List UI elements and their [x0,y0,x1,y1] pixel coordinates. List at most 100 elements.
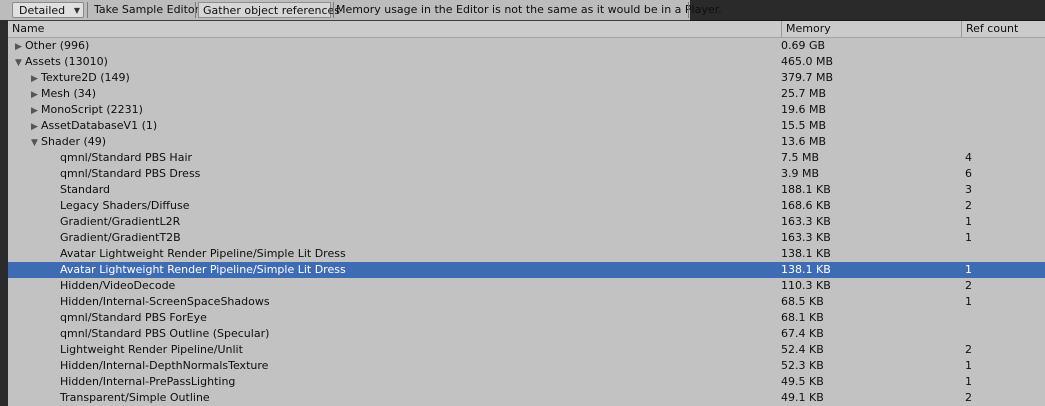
expand-triangle-down-icon[interactable]: ▼ [31,135,41,150]
column-header-memory[interactable]: Memory [781,21,961,37]
row-ref-count [965,86,1045,102]
row-memory: 68.5 KB [781,295,824,308]
row-name-cell: qmnl/Standard PBS Hair [8,150,830,166]
row-ref-count: 1 [965,215,972,228]
table-row[interactable]: Transparent/Simple Outline 49.1 KB 2 [8,390,1045,406]
row-name-cell: ▶ AssetDatabaseV1 (1) [8,118,801,134]
row-name: Hidden/Internal-ScreenSpaceShadows [60,295,270,308]
table-row[interactable]: ▼ Shader (49) 13.6 MB [8,134,1045,150]
row-memory: 138.1 KB [781,263,831,276]
table-row[interactable]: ▶ Texture2D (149) 379.7 MB [8,70,1045,86]
row-name-cell: Hidden/VideoDecode [8,278,830,294]
row-ref-count: 3 [965,183,972,196]
table-row[interactable]: ▶ Mesh (34) 25.7 MB [8,86,1045,102]
row-memory: 13.6 MB [781,135,827,148]
table-row[interactable]: Standard 188.1 KB 3 [8,182,1045,198]
row-name: Avatar Lightweight Render Pipeline/Simpl… [60,263,346,276]
toolbar-separator [195,2,196,18]
table-row[interactable]: qmnl/Standard PBS Dress 3.9 MB 6 [8,166,1045,182]
expand-triangle-right-icon[interactable]: ▶ [31,119,41,134]
table-row[interactable]: qmnl/Standard PBS Hair 7.5 MB 4 [8,150,1045,166]
table-row[interactable]: Hidden/Internal-ScreenSpaceShadows 68.5 K… [8,294,1045,310]
row-ref-count: 1 [965,359,972,372]
table-row[interactable]: qmnl/Standard PBS Outline (Specular) 67.4… [8,326,1045,342]
row-name-cell: Hidden/Internal-ScreenSpaceShadows [8,294,830,310]
row-ref-count: 1 [965,263,972,276]
row-name: qmnl/Standard PBS Outline (Specular) [60,327,270,340]
table-row[interactable]: ▶ Other (996) 0.69 GB [8,38,1045,54]
toolbar-strip: Detailed ▼ Take Sample Editor Gather obj… [0,0,722,21]
row-ref-count: 2 [965,199,972,212]
row-memory: 25.7 MB [781,87,827,100]
row-name: Gradient/GradientT2B [60,231,181,244]
table-row[interactable]: Lightweight Render Pipeline/Unlit 52.4 KB… [8,342,1045,358]
row-name-cell: qmnl/Standard PBS Dress [8,166,830,182]
expand-triangle-right-icon[interactable]: ▶ [31,87,41,102]
expand-triangle-right-icon[interactable]: ▶ [15,39,25,54]
table-row[interactable]: ▶ AssetDatabaseV1 (1) 15.5 MB [8,118,1045,134]
row-name: Lightweight Render Pipeline/Unlit [60,343,243,356]
row-memory: 163.3 KB [781,231,831,244]
row-ref-count [965,246,1045,262]
row-name: qmnl/Standard PBS Dress [60,167,201,180]
table-row[interactable]: Hidden/Internal-DepthNormalsTexture 52.3 … [8,358,1045,374]
column-header-name[interactable]: Name [8,21,781,37]
row-memory: 15.5 MB [781,119,827,132]
row-name: Legacy Shaders/Diffuse [60,199,190,212]
table-row[interactable]: Gradient/GradientL2R 163.3 KB 1 [8,214,1045,230]
row-ref-count [965,54,1045,70]
column-header-ref-count[interactable]: Ref count [961,21,1045,37]
table-row[interactable]: Gradient/GradientT2B 163.3 KB 1 [8,230,1045,246]
expand-triangle-down-icon[interactable]: ▼ [15,55,25,70]
editor-memory-note: Memory usage in the Editor is not the sa… [336,3,722,16]
row-name: Hidden/Internal-PrePassLighting [60,375,236,388]
row-name: Mesh (34) [41,87,97,100]
expand-triangle-right-icon[interactable]: ▶ [31,103,41,118]
row-ref-count [965,102,1045,118]
row-ref-count: 2 [965,391,972,404]
row-memory: 19.6 MB [781,103,827,116]
table-body: ▶ Other (996) 0.69 GB ▼ Assets (13010) 465.0 … [8,38,1045,406]
row-memory: 67.4 KB [781,327,824,340]
table-row[interactable]: ▶ MonoScript (2231) 19.6 MB [8,102,1045,118]
row-name-cell: Gradient/GradientT2B [8,230,830,246]
left-frame [0,20,8,406]
row-name-cell: ▶ Other (996) [8,38,785,54]
table-row[interactable]: Hidden/Internal-PrePassLighting 49.5 KB 1 [8,374,1045,390]
row-name-cell: Lightweight Render Pipeline/Unlit [8,342,830,358]
toolbar-separator [87,2,88,18]
row-name-cell: Hidden/Internal-PrePassLighting [8,374,830,390]
chevron-down-icon: ▼ [73,6,80,15]
table-row[interactable]: ▼ Assets (13010) 465.0 MB [8,54,1045,70]
row-name: Assets (13010) [25,55,108,68]
row-name-cell: ▼ Assets (13010) [8,54,785,70]
row-name-cell: Legacy Shaders/Diffuse [8,198,830,214]
row-name-cell: Gradient/GradientL2R [8,214,830,230]
gather-object-references-toggle[interactable]: Gather object references [198,2,340,18]
expand-triangle-right-icon[interactable]: ▶ [31,71,41,86]
row-memory: 0.69 GB [781,39,826,52]
row-memory: 465.0 MB [781,55,834,68]
row-name-cell: Avatar Lightweight Render Pipeline/Simpl… [8,246,830,262]
mode-dropdown[interactable]: Detailed ▼ [12,2,84,18]
take-sample-editor-button[interactable]: Take Sample Editor [90,2,203,18]
row-ref-count [965,310,1045,326]
row-name: Hidden/VideoDecode [60,279,176,292]
table-row[interactable]: Avatar Lightweight Render Pipeline/Simpl… [8,262,1045,278]
row-ref-count: 4 [965,151,972,164]
row-ref-count [965,70,1045,86]
row-name: MonoScript (2231) [41,103,143,116]
table-row[interactable]: Hidden/VideoDecode 110.3 KB 2 [8,278,1045,294]
row-memory: 168.6 KB [781,199,831,212]
table-row[interactable]: Legacy Shaders/Diffuse 168.6 KB 2 [8,198,1045,214]
row-name: Texture2D (149) [41,71,130,84]
memory-tree-table: Name Memory Ref count ▶ Other (996) 0.69 G… [8,21,1045,406]
row-ref-count [965,118,1045,134]
row-memory: 49.1 KB [781,391,824,404]
row-name: qmnl/Standard PBS ForEye [60,311,207,324]
row-name: AssetDatabaseV1 (1) [41,119,158,132]
row-name-cell: Hidden/Internal-DepthNormalsTexture [8,358,830,374]
table-row[interactable]: qmnl/Standard PBS ForEye 68.1 KB [8,310,1045,326]
row-name-cell: ▶ Mesh (34) [8,86,801,102]
table-row[interactable]: Avatar Lightweight Render Pipeline/Simpl… [8,246,1045,262]
